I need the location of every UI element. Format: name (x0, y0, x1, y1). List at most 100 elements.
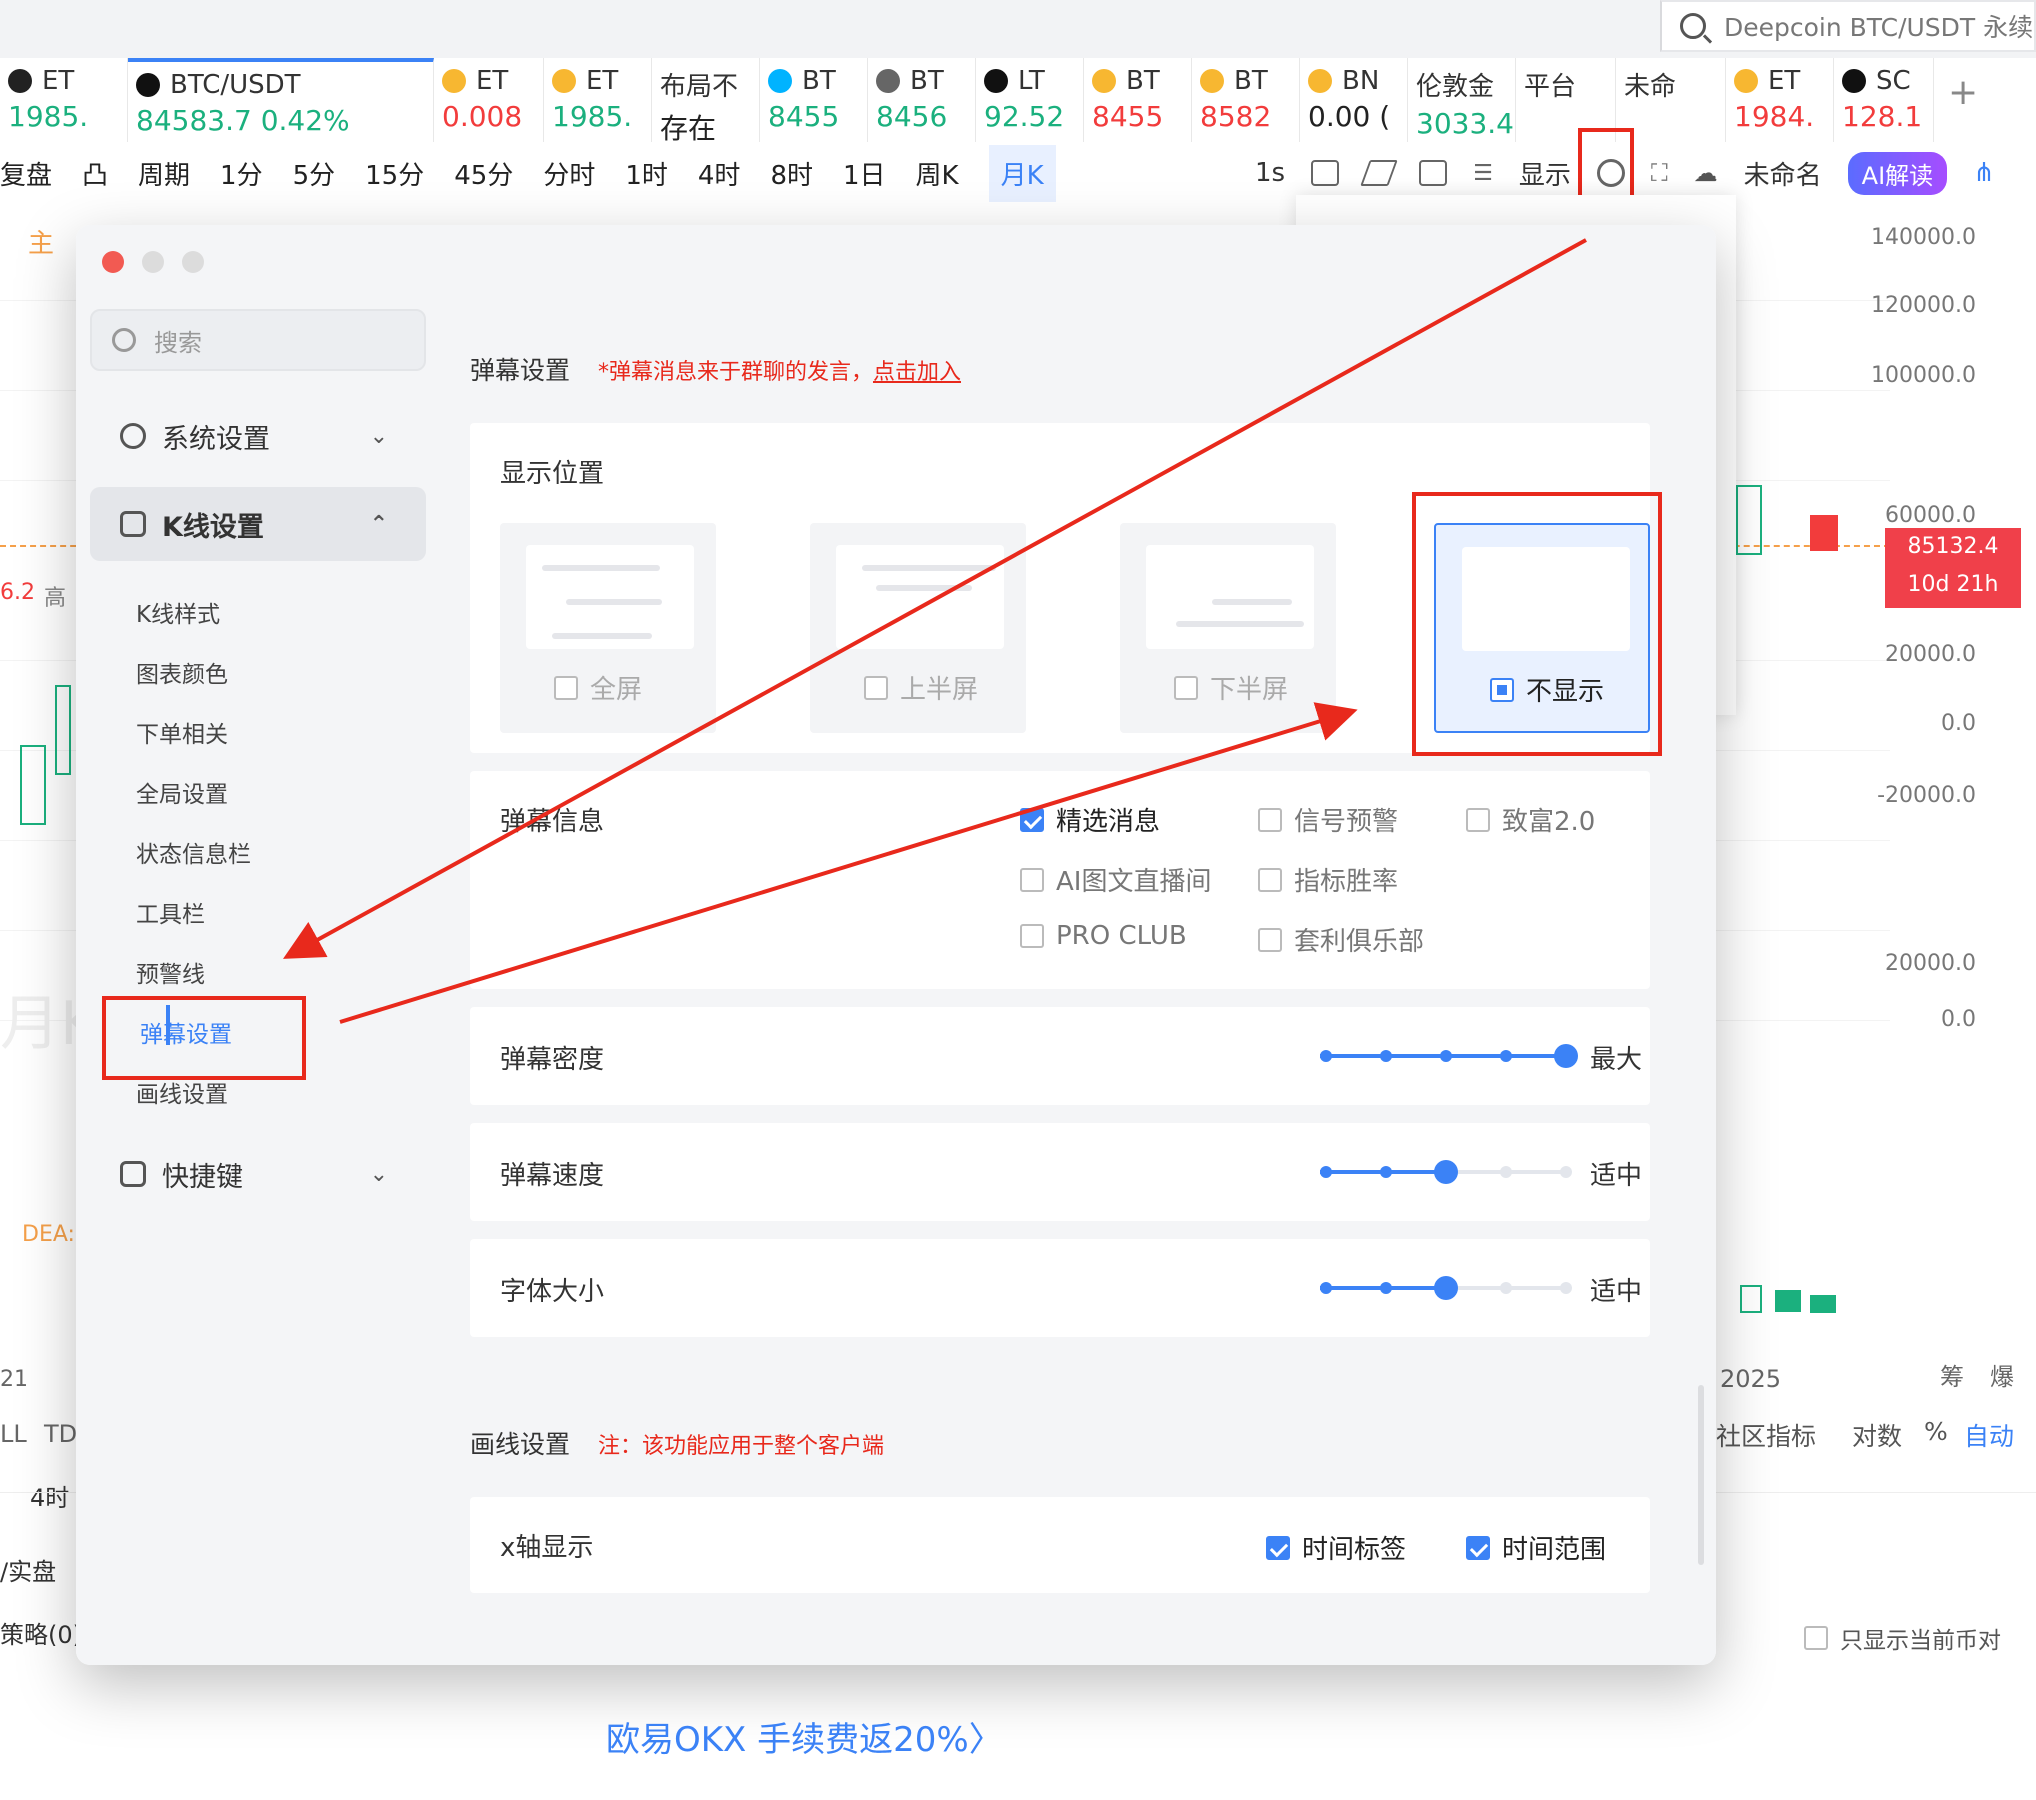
checkbox[interactable] (1174, 675, 1198, 700)
checkbox[interactable] (1466, 807, 1490, 832)
toolbar-item[interactable]: 45分 (454, 155, 513, 192)
ticker-tab[interactable]: BT 8456 (868, 58, 976, 142)
sidebar-sub-item[interactable]: 画线设置 (136, 1075, 228, 1109)
toolbar-item[interactable]: 周K (916, 155, 959, 192)
toolbar-item[interactable]: 1日 (843, 155, 886, 192)
slider-value: 适中 (1590, 1161, 1643, 1191)
group-kline-settings[interactable]: K线设置 ⌃ (90, 487, 426, 561)
toolbar-item[interactable]: 1时 (625, 155, 668, 192)
slider-knob[interactable] (1434, 1276, 1458, 1300)
position-option[interactable]: 下半屏 (1120, 523, 1336, 733)
ticker-tab[interactable]: BT 8455 (760, 58, 868, 142)
share-icon[interactable]: ⋔ (1973, 158, 1995, 188)
info-option[interactable]: AI图文直播间 (1020, 861, 1211, 898)
position-option[interactable]: 全屏 (500, 523, 716, 733)
only-current-pair[interactable]: 只显示当前币对 (1804, 1621, 2001, 1655)
checkbox[interactable] (1804, 1626, 1828, 1650)
display-button[interactable]: 显示 (1519, 155, 1571, 192)
sidebar-sub-item[interactable]: 工具栏 (136, 895, 205, 929)
time-label-option[interactable]: 时间标签 (1266, 1529, 1406, 1566)
checkbox[interactable] (1266, 1535, 1290, 1560)
scrollbar[interactable] (1698, 1385, 1704, 1565)
log-toggle[interactable]: 对数 (1852, 1417, 1902, 1453)
checkbox[interactable] (554, 675, 578, 700)
ticker-tab[interactable]: ET 1985. (544, 58, 652, 142)
checkbox[interactable] (1258, 927, 1282, 952)
checkbox[interactable] (1020, 924, 1044, 948)
slider-knob[interactable] (1554, 1044, 1578, 1068)
settings-search-input[interactable]: 搜索 (90, 309, 426, 371)
ticker-tab[interactable]: 伦敦金 3033.48 (1408, 58, 1516, 142)
slider[interactable] (1320, 1273, 1572, 1303)
pen-icon[interactable] (1360, 160, 1398, 186)
sidebar-sub-item[interactable]: 下单相关 (136, 715, 228, 749)
slider[interactable] (1320, 1041, 1578, 1071)
interval-label[interactable]: 1s (1255, 158, 1285, 188)
join-link[interactable]: 点击加入 (873, 360, 961, 385)
ticker-tab[interactable]: ET 1985. (0, 58, 128, 142)
ticker-tab[interactable]: BN 0.00 ( (1300, 58, 1408, 142)
info-option[interactable]: 指标胜率 (1258, 861, 1398, 898)
minimize-window-icon[interactable] (142, 251, 164, 273)
ticker-tab[interactable]: BT 8582 (1192, 58, 1300, 142)
toolbar-item[interactable]: 4时 (698, 155, 741, 192)
ticker-tab[interactable]: BT 8455 (1084, 58, 1192, 142)
sidebar-sub-item[interactable]: K线样式 (136, 595, 220, 629)
sidebar-sub-item[interactable]: 预警线 (136, 955, 205, 989)
toolbar-item[interactable]: 凸 (82, 155, 108, 192)
checkbox[interactable] (1020, 867, 1044, 892)
toolbar-item[interactable]: 5分 (293, 155, 336, 192)
camera-icon[interactable] (1311, 160, 1340, 186)
add-tab-icon[interactable]: + (1934, 58, 1978, 142)
ticker-tab[interactable]: 布局不 存在 (652, 58, 760, 142)
group-system-settings[interactable]: 系统设置 ⌄ (90, 399, 426, 473)
ticker-tab[interactable]: BTC/USDT 84583.7 0.42% (128, 58, 434, 142)
toolbar-item[interactable]: 复盘 (0, 155, 52, 192)
toolbar-item[interactable]: 月K (988, 144, 1056, 202)
info-option[interactable]: PRO CLUB (1020, 921, 1187, 951)
info-option[interactable]: 信号预警 (1258, 801, 1398, 838)
sidebar-sub-item[interactable]: 全局设置 (136, 775, 228, 809)
slider-knob[interactable] (1434, 1160, 1458, 1184)
burst-label[interactable]: 爆 (1990, 1357, 2014, 1392)
percent-toggle[interactable]: % (1924, 1417, 1948, 1446)
chip-label[interactable]: 筹 (1940, 1357, 1964, 1392)
position-label: 上半屏 (900, 675, 979, 705)
checkbox[interactable] (1020, 807, 1044, 832)
close-window-icon[interactable] (102, 251, 124, 273)
sidebar-sub-item[interactable]: 状态信息栏 (136, 835, 251, 869)
ticker-tab[interactable]: ET 0.008 (434, 58, 544, 142)
info-option[interactable]: 精选消息 (1020, 801, 1160, 838)
sidebar-sub-item[interactable]: 图表颜色 (136, 655, 228, 689)
ai-interpret-button[interactable]: AI解读 (1847, 151, 1948, 195)
time-range-option[interactable]: 时间范围 (1466, 1529, 1606, 1566)
global-search[interactable]: Deepcoin BTC/USDT 永续 (1660, 0, 2036, 52)
layout-name[interactable]: 未命名 (1744, 155, 1822, 192)
crop-icon[interactable] (1419, 160, 1448, 186)
toolbar-item[interactable]: 分时 (543, 155, 595, 192)
list-icon[interactable]: ☰ (1473, 161, 1493, 186)
toolbar-item[interactable]: 1分 (220, 155, 263, 192)
fullscreen-icon[interactable]: ⛶ (1651, 159, 1668, 187)
info-option[interactable]: 致富2.0 (1466, 801, 1595, 838)
promo-link[interactable]: 欧易OKX 手续费返20%〉 (606, 1712, 1003, 1761)
auto-toggle[interactable]: 自动 (1964, 1417, 2014, 1453)
toolbar-item[interactable]: 周期 (138, 155, 190, 192)
group-shortcuts[interactable]: 快捷键 ⌄ (90, 1137, 426, 1211)
ticker-tab[interactable]: LT 92.52 (976, 58, 1084, 142)
ticker-tab[interactable]: ET 1984. (1726, 58, 1834, 142)
position-option[interactable]: 上半屏 (810, 523, 1026, 733)
ticker-symbol: ET (586, 66, 619, 96)
toolbar-item[interactable]: 15分 (365, 155, 424, 192)
checkbox[interactable] (864, 675, 888, 700)
maximize-window-icon[interactable] (182, 251, 204, 273)
checkbox[interactable] (1258, 867, 1282, 892)
community-indicator[interactable]: 社区指标 (1716, 1417, 1816, 1453)
ticker-tab[interactable]: SC 128.1 (1834, 58, 1934, 142)
slider[interactable] (1320, 1157, 1572, 1187)
toolbar-item[interactable]: 8时 (770, 155, 813, 192)
checkbox[interactable] (1466, 1535, 1490, 1560)
checkbox[interactable] (1258, 807, 1282, 832)
info-option[interactable]: 套利俱乐部 (1258, 921, 1424, 958)
xaxis-card: x轴显示 时间标签 时间范围 (470, 1497, 1650, 1593)
